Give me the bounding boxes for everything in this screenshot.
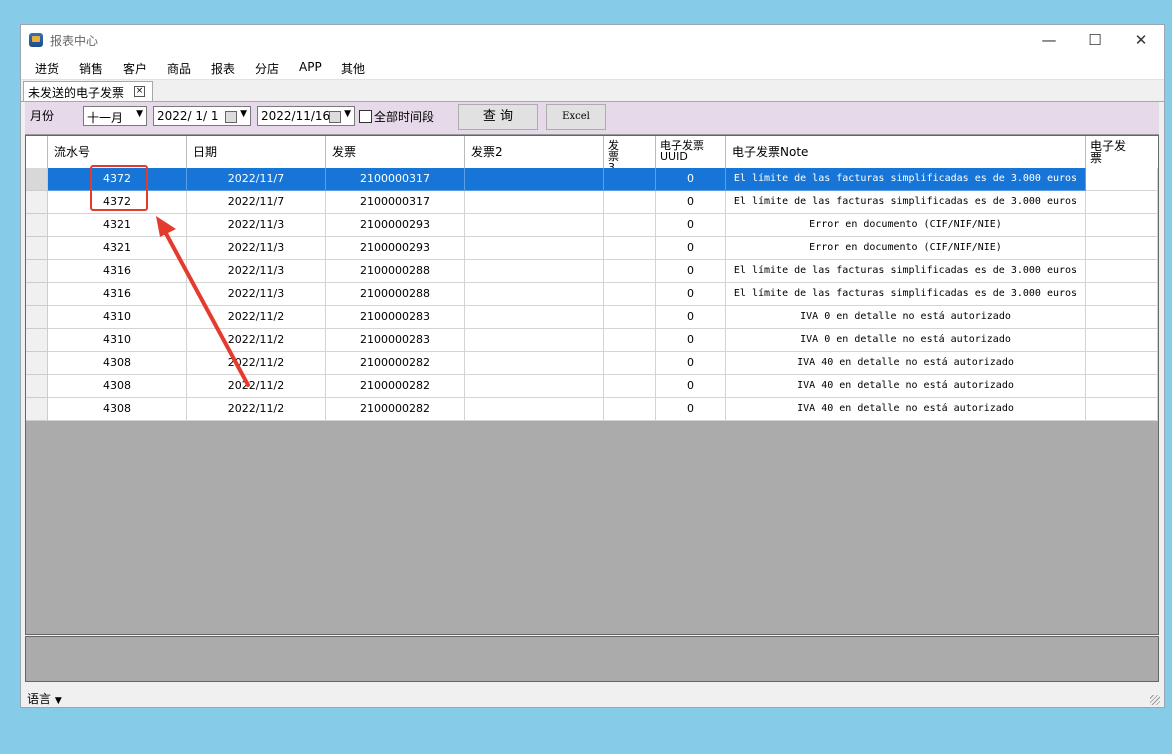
annotation-arrow-icon <box>156 216 250 387</box>
